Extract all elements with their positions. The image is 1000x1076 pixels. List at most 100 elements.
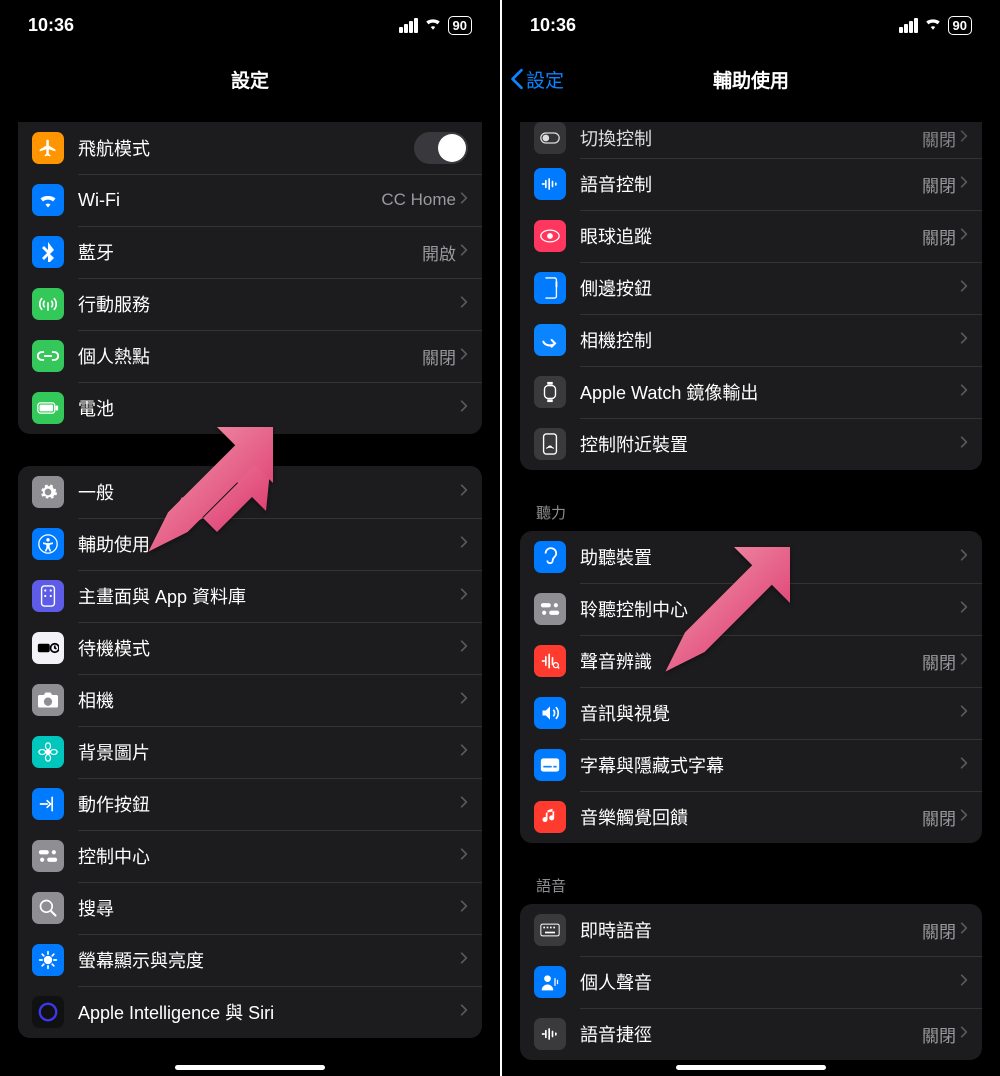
row-cellular[interactable]: 行動服務	[18, 278, 482, 330]
row-control-center[interactable]: 控制中心	[18, 830, 482, 882]
ear-icon	[534, 541, 566, 573]
wifi-icon	[424, 15, 442, 35]
row-homescreen-applib[interactable]: 主畫面與 App 資料庫	[18, 570, 482, 622]
row-value: 關閉	[922, 805, 956, 830]
chevron-right-icon	[460, 587, 468, 606]
row-label: 控制附近裝置	[580, 431, 960, 457]
chevron-right-icon	[960, 175, 968, 194]
navbar-left: 設定	[0, 50, 500, 108]
row-personal-voice[interactable]: 個人聲音	[520, 956, 982, 1008]
row-label: 助聽裝置	[580, 544, 960, 570]
row-subtitles[interactable]: 字幕與隱藏式字幕	[520, 739, 982, 791]
row-bluetooth[interactable]: 藍牙開啟	[18, 226, 482, 278]
row-eye-tracking[interactable]: 眼球追蹤關閉	[520, 210, 982, 262]
status-time: 10:36	[28, 15, 74, 36]
action-icon	[32, 788, 64, 820]
battery-icon	[32, 392, 64, 424]
row-battery[interactable]: 電池	[18, 382, 482, 434]
standby-icon	[32, 632, 64, 664]
link-icon	[32, 340, 64, 372]
row-label: 行動服務	[78, 291, 460, 317]
home-indicator[interactable]	[676, 1065, 826, 1070]
chevron-right-icon	[960, 279, 968, 298]
home-indicator[interactable]	[175, 1065, 325, 1070]
row-action-button[interactable]: 動作按鈕	[18, 778, 482, 830]
chevron-right-icon	[460, 795, 468, 814]
row-value: 關閉	[922, 918, 956, 943]
keyboard-icon	[534, 914, 566, 946]
row-voice-shortcut[interactable]: 語音捷徑關閉	[520, 1008, 982, 1060]
row-label: Apple Watch 鏡像輸出	[580, 379, 960, 405]
row-value: 關閉	[922, 126, 956, 151]
row-wifi[interactable]: Wi-FiCC Home	[18, 174, 482, 226]
row-general[interactable]: 一般	[18, 466, 482, 518]
chevron-right-icon	[460, 899, 468, 918]
row-audio-visual[interactable]: 音訊與視覺	[520, 687, 982, 739]
row-apple-watch-mirror[interactable]: Apple Watch 鏡像輸出	[520, 366, 982, 418]
row-label: 字幕與隱藏式字幕	[580, 752, 960, 778]
row-label: 螢幕顯示與亮度	[78, 947, 460, 973]
row-apple-intelligence-siri[interactable]: Apple Intelligence 與 Siri	[18, 986, 482, 1038]
row-label: 聲音辨識	[580, 648, 922, 674]
row-hearing-devices[interactable]: 助聽裝置	[520, 531, 982, 583]
bluetooth-icon	[32, 236, 64, 268]
camctrl-icon	[534, 324, 566, 356]
row-display-brightness[interactable]: 螢幕顯示與亮度	[18, 934, 482, 986]
chevron-right-icon	[460, 639, 468, 658]
phone-right: 切換控制關閉語音控制關閉眼球追蹤關閉側邊按鈕相機控制Apple Watch 鏡像…	[500, 0, 1000, 1076]
accessibility-group-hearing: 助聽裝置聆聽控制中心聲音辨識關閉音訊與視覺字幕與隱藏式字幕音樂觸覺回饋關閉	[520, 531, 982, 843]
row-sound-recognition[interactable]: 聲音辨識關閉	[520, 635, 982, 687]
camera-icon	[32, 684, 64, 716]
row-label: 待機模式	[78, 635, 460, 661]
row-live-speech[interactable]: 即時語音關閉	[520, 904, 982, 956]
row-label: 背景圖片	[78, 739, 460, 765]
row-accessibility[interactable]: 輔助使用	[18, 518, 482, 570]
subtitle-icon	[534, 749, 566, 781]
row-label: 眼球追蹤	[580, 223, 922, 249]
row-airplane-mode[interactable]: 飛航模式	[18, 122, 482, 174]
row-side-button[interactable]: 側邊按鈕	[520, 262, 982, 314]
toggle-airplane-mode[interactable]	[414, 132, 468, 164]
status-time: 10:36	[530, 15, 576, 36]
voice-icon	[534, 168, 566, 200]
personvoice-icon	[534, 966, 566, 998]
soundrec-icon	[534, 645, 566, 677]
chevron-right-icon	[460, 743, 468, 762]
accessibility-group-physical: 切換控制關閉語音控制關閉眼球追蹤關閉側邊按鈕相機控制Apple Watch 鏡像…	[520, 122, 982, 470]
chevron-right-icon	[960, 331, 968, 350]
musichap-icon	[534, 801, 566, 833]
eye-icon	[534, 220, 566, 252]
wifi-icon	[924, 15, 942, 35]
chevron-right-icon	[460, 243, 468, 262]
row-wallpaper[interactable]: 背景圖片	[18, 726, 482, 778]
row-label: Wi-Fi	[78, 190, 381, 211]
chevron-right-icon	[960, 973, 968, 992]
flower-icon	[32, 736, 64, 768]
row-label: 即時語音	[580, 917, 922, 943]
row-search[interactable]: 搜尋	[18, 882, 482, 934]
battery-indicator: 90	[448, 16, 472, 35]
back-button[interactable]: 設定	[510, 50, 564, 108]
status-bar: 10:36 90	[502, 0, 1000, 50]
chevron-right-icon	[460, 535, 468, 554]
row-camera[interactable]: 相機	[18, 674, 482, 726]
row-standby[interactable]: 待機模式	[18, 622, 482, 674]
chevron-right-icon	[460, 483, 468, 502]
row-hearing-control-center[interactable]: 聆聽控制中心	[520, 583, 982, 635]
homescreen-icon	[32, 580, 64, 612]
row-voice-control[interactable]: 語音控制關閉	[520, 158, 982, 210]
settings-group-general: 一般輔助使用主畫面與 App 資料庫待機模式相機背景圖片動作按鈕控制中心搜尋螢幕…	[18, 466, 482, 1038]
row-switch-control[interactable]: 切換控制關閉	[520, 122, 982, 158]
row-label: 音樂觸覺回饋	[580, 804, 922, 830]
row-label: 電池	[78, 395, 460, 421]
row-hotspot[interactable]: 個人熱點關閉	[18, 330, 482, 382]
row-label: 側邊按鈕	[580, 275, 960, 301]
brightness-icon	[32, 944, 64, 976]
chevron-right-icon	[460, 1003, 468, 1022]
row-camera-control[interactable]: 相機控制	[520, 314, 982, 366]
row-label: 搜尋	[78, 895, 460, 921]
row-music-haptics[interactable]: 音樂觸覺回饋關閉	[520, 791, 982, 843]
search-icon	[32, 892, 64, 924]
chevron-right-icon	[460, 295, 468, 314]
row-nearby-control[interactable]: 控制附近裝置	[520, 418, 982, 470]
